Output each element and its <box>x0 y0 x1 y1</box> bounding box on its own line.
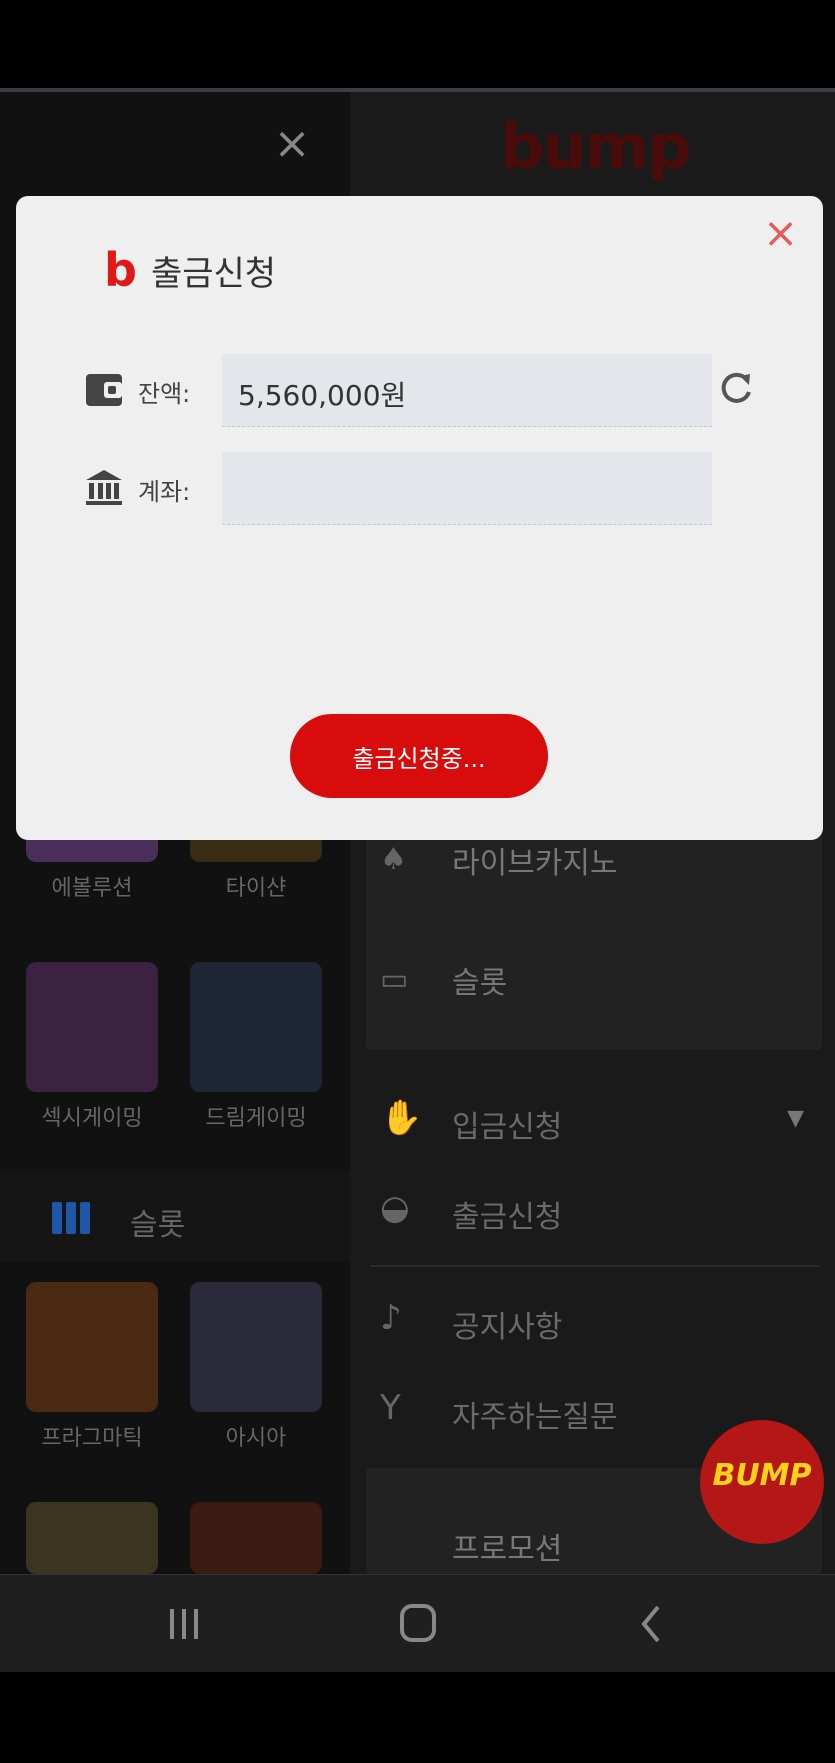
balance-field: 5,560,000원 <box>222 354 712 427</box>
bottom-spacer <box>0 1672 835 1763</box>
home-icon[interactable] <box>388 1597 448 1651</box>
bank-icon <box>86 470 122 505</box>
balance-row: 잔액: 5,560,000원 <box>84 354 764 428</box>
modal-title: b 출금신청 <box>104 246 276 294</box>
fab-label: BUMP <box>712 1458 812 1493</box>
close-icon[interactable]: × <box>763 212 798 254</box>
account-row: 계좌: <box>84 452 764 526</box>
refresh-icon[interactable] <box>716 368 756 408</box>
modal-title-text: 출금신청 <box>150 253 277 294</box>
wallet-icon <box>86 374 122 406</box>
bump-fab[interactable]: BUMP <box>700 1420 824 1544</box>
balance-label: 잔액: <box>138 380 191 408</box>
recent-apps-icon[interactable] <box>154 1597 214 1651</box>
withdraw-submit-button[interactable]: 출금신청중... <box>290 714 548 798</box>
back-icon[interactable] <box>622 1597 682 1651</box>
brand-logo-icon: b <box>104 243 137 297</box>
withdraw-modal: × b 출금신청 잔액: 5,560,000원 계좌: 출금신청중... <box>16 196 823 840</box>
balance-value: 5,560,000원 <box>238 379 407 412</box>
status-bar <box>0 0 835 88</box>
account-label: 계좌: <box>138 478 191 506</box>
account-field <box>222 452 712 525</box>
system-nav-bar <box>0 1574 835 1673</box>
